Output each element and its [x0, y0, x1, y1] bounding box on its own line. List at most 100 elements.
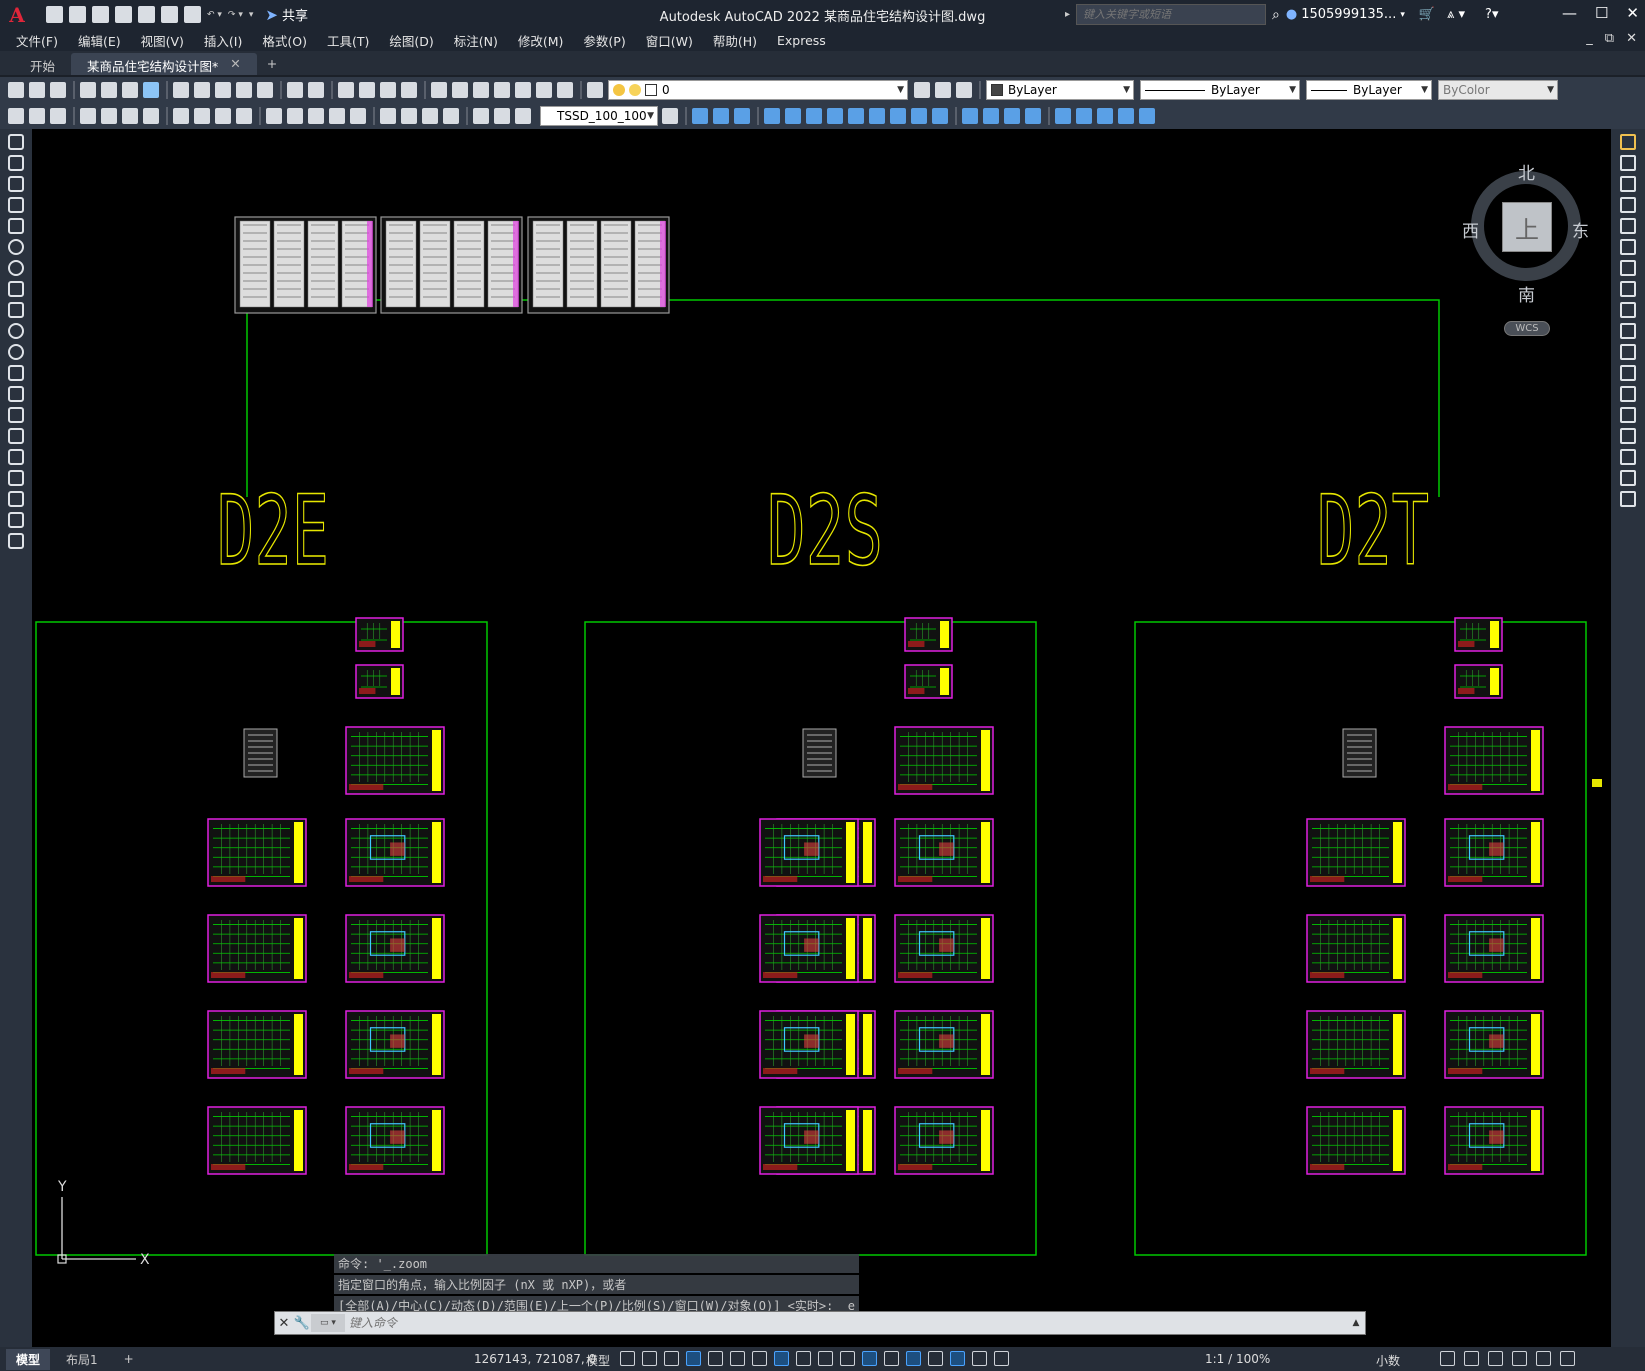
web-mobile-open-icon[interactable] [138, 6, 155, 23]
design-center-icon[interactable] [452, 82, 468, 98]
plot-preview-icon[interactable] [101, 82, 117, 98]
undo-icon[interactable] [287, 82, 303, 98]
point-icon[interactable] [8, 407, 24, 423]
doc-restore-icon[interactable]: ⧉ [1605, 31, 1614, 46]
join-icon[interactable] [1620, 407, 1636, 423]
help-icon[interactable]: ?▾ [1485, 7, 1498, 22]
zoom-previous-icon[interactable] [401, 82, 417, 98]
selection-cycling-icon[interactable] [840, 1351, 855, 1366]
linetype-dropdown[interactable]: ByLayer ▼ [1140, 80, 1300, 100]
menu-tools[interactable]: 工具(T) [327, 31, 369, 50]
lineweight-dropdown[interactable]: ByLayer ▼ [1306, 80, 1432, 100]
radius-dim-icon[interactable] [173, 108, 189, 124]
stretch-icon[interactable] [1620, 302, 1636, 318]
object-snap-tracking-icon[interactable] [752, 1351, 767, 1366]
circle-icon[interactable] [8, 260, 24, 276]
menu-window[interactable]: 窗口(W) [646, 31, 693, 50]
tool-icon[interactable] [932, 108, 948, 124]
tool-icon[interactable] [1097, 108, 1113, 124]
new-icon[interactable] [8, 82, 24, 98]
tool-icon[interactable] [806, 108, 822, 124]
spline-icon[interactable] [8, 302, 24, 318]
auto-scale-icon[interactable] [972, 1351, 987, 1366]
region-icon[interactable] [8, 470, 24, 486]
rotate-icon[interactable] [1620, 260, 1636, 276]
viewcube-top-face[interactable]: 上 [1502, 202, 1552, 252]
annotation-scale-icon[interactable] [994, 1351, 1009, 1366]
layer-properties-icon[interactable] [587, 82, 603, 98]
table-icon[interactable] [8, 491, 24, 507]
chamfer-icon[interactable] [1620, 428, 1636, 444]
extend-icon[interactable] [1620, 344, 1636, 360]
menu-edit[interactable]: 编辑(E) [78, 31, 121, 50]
menu-file[interactable]: 文件(F) [16, 31, 58, 50]
break-at-point-icon[interactable] [1620, 365, 1636, 381]
paste-icon[interactable] [215, 82, 231, 98]
tool-icon[interactable] [1118, 108, 1134, 124]
ellipse-icon[interactable] [8, 323, 24, 339]
tolerance-icon[interactable] [380, 108, 396, 124]
clean-screen-icon[interactable] [1536, 1351, 1551, 1366]
annotation-visibility-icon[interactable] [950, 1351, 965, 1366]
graphics-performance-icon[interactable] [1512, 1351, 1527, 1366]
app-menu-button[interactable]: A [4, 2, 30, 28]
ortho-icon[interactable] [686, 1351, 701, 1366]
block-editor-icon[interactable] [257, 82, 273, 98]
menu-help[interactable]: 帮助(H) [713, 31, 757, 50]
save-as-icon[interactable] [115, 6, 132, 23]
layer-previous-icon[interactable] [935, 82, 951, 98]
trim-icon[interactable] [1620, 323, 1636, 339]
doc-close-icon[interactable]: ✕ [1626, 31, 1637, 46]
undo-icon[interactable]: ↶ ▾ [207, 10, 222, 20]
hatch-icon[interactable] [8, 428, 24, 444]
tool-icon[interactable] [911, 108, 927, 124]
dim-text-edit-icon[interactable] [494, 108, 510, 124]
wcs-menu[interactable]: WCS [1504, 321, 1550, 336]
diameter-dim-icon[interactable] [215, 108, 231, 124]
publish-icon[interactable] [122, 82, 138, 98]
markup-icon[interactable] [515, 82, 531, 98]
open-file-icon[interactable] [69, 6, 86, 23]
pan-icon[interactable] [338, 82, 354, 98]
menu-insert[interactable]: 插入(I) [204, 31, 242, 50]
move-icon[interactable] [1620, 239, 1636, 255]
cart-icon[interactable]: 🛒 [1419, 7, 1435, 22]
dim-break-icon[interactable] [350, 108, 366, 124]
tool-icon[interactable] [29, 108, 45, 124]
dim-update-icon[interactable] [515, 108, 531, 124]
sheet-set-icon[interactable] [494, 82, 510, 98]
jogged-linear-icon[interactable] [443, 108, 459, 124]
recent-commands-icon[interactable]: ▭ ▾ [311, 1314, 345, 1332]
compass-west[interactable]: 西 [1462, 217, 1479, 242]
tool-icon[interactable] [848, 108, 864, 124]
erase-icon[interactable] [1620, 134, 1636, 150]
drawing-canvas[interactable]: D2E D2S D2T 上 北 南 东 西 WCS Y X [32, 129, 1611, 1347]
dimstyle-dropdown[interactable]: TSSD_100_100 ▼ [540, 106, 658, 126]
model-space-toggle[interactable]: 模型 [586, 1352, 610, 1369]
transparency-icon[interactable] [818, 1351, 833, 1366]
tool-icon[interactable] [1055, 108, 1071, 124]
color-dropdown[interactable]: ByLayer ▼ [986, 80, 1134, 100]
new-file-icon[interactable] [46, 6, 63, 23]
zoom-realtime-icon[interactable] [359, 82, 375, 98]
quick-properties-icon[interactable] [1440, 1351, 1455, 1366]
search-input[interactable] [1076, 4, 1267, 25]
jogged-dim-icon[interactable] [194, 108, 210, 124]
help-icon[interactable] [557, 82, 573, 98]
tool-icon[interactable] [734, 108, 750, 124]
plotstyle-dropdown[interactable]: ByColor ▼ [1438, 80, 1558, 100]
add-selected-icon[interactable] [8, 533, 24, 549]
customization-icon[interactable] [1560, 1351, 1575, 1366]
redo-icon[interactable]: ↷ ▾ [228, 10, 243, 20]
layer-dropdown[interactable]: 0 ▼ [608, 80, 908, 100]
tool-icon[interactable] [785, 108, 801, 124]
tool-icon[interactable] [1076, 108, 1092, 124]
tool-icon[interactable] [713, 108, 729, 124]
layer-states-icon[interactable] [956, 82, 972, 98]
quick-dim-icon[interactable] [266, 108, 282, 124]
new-tab-button[interactable]: + [257, 53, 287, 75]
polygon-icon[interactable] [8, 197, 24, 213]
save-icon[interactable] [50, 82, 66, 98]
object-snap-icon[interactable] [774, 1351, 789, 1366]
menu-parametric[interactable]: 参数(P) [583, 31, 625, 50]
